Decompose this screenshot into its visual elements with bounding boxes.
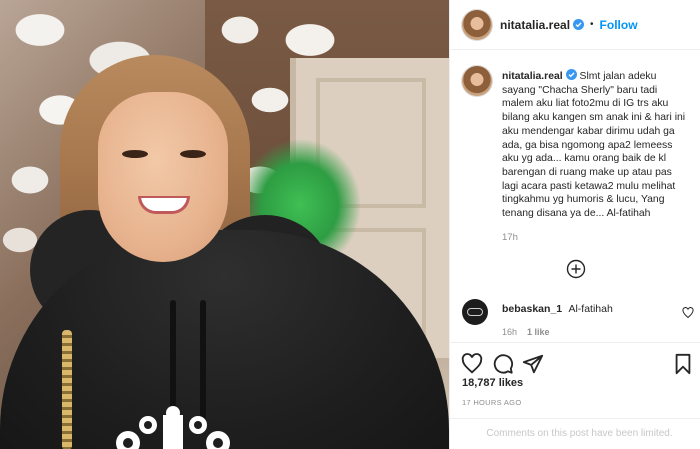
- photo-hoodie-print: [116, 406, 230, 449]
- post-photo[interactable]: [0, 0, 449, 449]
- comment-meta: 16h 1 like: [502, 327, 550, 337]
- caption-username[interactable]: nitatalia.real: [502, 69, 577, 82]
- bookmark-icon[interactable]: [672, 353, 694, 375]
- post-actions: [450, 342, 700, 382]
- author-avatar[interactable]: [462, 9, 492, 40]
- verified-badge-icon: [573, 18, 585, 30]
- like-count[interactable]: 18,787 likes: [462, 377, 523, 389]
- post-header: nitatalia.real • Follow: [450, 0, 700, 50]
- small-heart-icon[interactable]: [682, 307, 694, 319]
- commenter-avatar[interactable]: [462, 299, 488, 325]
- paper-plane-icon[interactable]: [522, 353, 544, 375]
- plus-circle-icon[interactable]: [566, 259, 586, 279]
- photo-eye-right: [180, 150, 206, 158]
- author-username[interactable]: nitatalia.real: [500, 18, 585, 32]
- caption-text: Slmt jalan adeku sayang "Chacha Sherly" …: [502, 71, 686, 220]
- post-side-panel: nitatalia.real • Follow nitatalia.real S…: [449, 0, 700, 449]
- photo-eye-left: [122, 150, 148, 158]
- photo-bag-chain: [62, 330, 72, 449]
- follow-button[interactable]: Follow: [600, 18, 638, 32]
- comment-age[interactable]: 16h: [502, 327, 517, 337]
- commenter-username[interactable]: bebaskan_1: [502, 303, 562, 315]
- caption-body: nitatalia.real Slmt jalan adeku sayang "…: [502, 69, 690, 221]
- author-username-text[interactable]: nitatalia.real: [500, 18, 570, 32]
- caption-username-text[interactable]: nitatalia.real: [502, 71, 563, 82]
- post-timestamp[interactable]: 17 HOURS AGO: [462, 398, 521, 407]
- caption-author-avatar[interactable]: [462, 66, 492, 96]
- separator-dot: •: [590, 19, 594, 30]
- comments-limited-notice: Comments on this post have been limited.: [450, 418, 700, 449]
- comment-body: bebaskan_1 Al-fatihah: [502, 303, 613, 315]
- comment-likes[interactable]: 1 like: [527, 327, 550, 337]
- comment-text: Al-fatihah: [568, 303, 613, 315]
- speech-bubble-icon[interactable]: [492, 353, 514, 375]
- caption-timestamp[interactable]: 17h: [502, 232, 518, 243]
- photo-face: [98, 92, 228, 262]
- heart-icon[interactable]: [461, 353, 483, 375]
- verified-badge-icon: [565, 69, 577, 80]
